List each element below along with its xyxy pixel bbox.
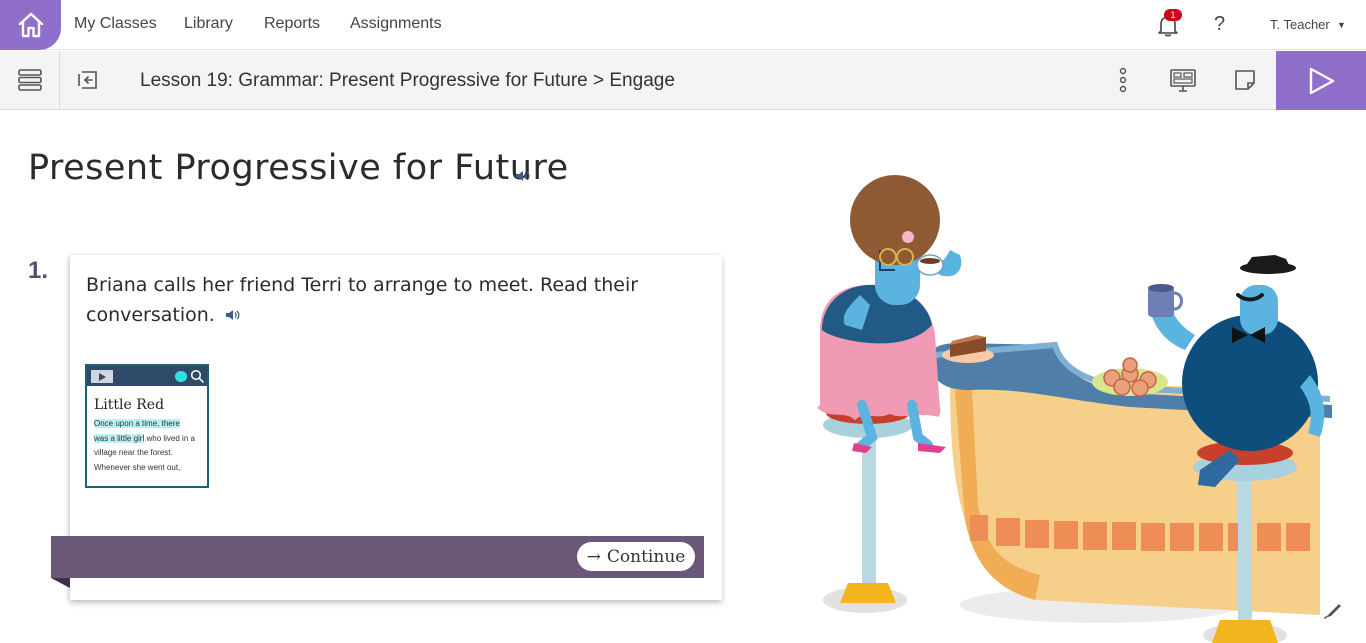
nav-library[interactable]: Library <box>184 15 233 33</box>
thumbnail-title: Little Red <box>94 397 165 413</box>
presentation-button[interactable] <box>1168 65 1198 95</box>
speaker-icon <box>225 309 240 320</box>
nav-reports[interactable]: Reports <box>264 15 320 33</box>
home-icon <box>18 12 43 38</box>
home-button[interactable] <box>0 0 61 50</box>
banner-fold <box>51 578 70 588</box>
user-menu[interactable]: T. Teacher <box>1270 17 1330 32</box>
chevron-down-icon: ▼ <box>1337 20 1346 30</box>
play-icon <box>99 372 106 381</box>
nav-assignments[interactable]: Assignments <box>350 15 442 33</box>
question-number: 1. <box>28 257 49 284</box>
question-prompt: Briana calls her friend Terri to arrange… <box>86 270 686 331</box>
menu-lines-icon <box>18 69 42 91</box>
continue-button[interactable]: → Continue <box>577 542 695 571</box>
more-options-button[interactable] <box>1108 65 1138 95</box>
thumbnail-toolbar <box>87 366 207 386</box>
start-presentation-button[interactable] <box>1276 51 1366 110</box>
toolbar-divider <box>59 51 60 110</box>
return-icon <box>78 71 97 89</box>
more-vertical-icon <box>1119 67 1127 93</box>
nav-my-classes[interactable]: My Classes <box>74 15 157 33</box>
return-button[interactable] <box>73 65 103 95</box>
thumbnail-line: was a little girl who lived in a <box>94 433 195 443</box>
thumbnail-play-button <box>91 370 113 383</box>
thumbnail-text: Once upon a time, there was a little gir… <box>94 417 208 475</box>
help-button[interactable]: ? <box>1214 13 1225 36</box>
page-title: Present Progressive for Future <box>28 148 569 188</box>
lesson-breadcrumb: Lesson 19: Grammar: Present Progressive … <box>140 70 675 91</box>
top-navigation: My Classes Library Reports Assignments 1… <box>0 0 1366 50</box>
lesson-toolbar: Lesson 19: Grammar: Present Progressive … <box>0 51 1366 110</box>
thumbnail-line: Whenever she went out, <box>94 462 181 472</box>
speaker-icon <box>516 171 530 181</box>
note-icon <box>1235 70 1255 90</box>
title-audio-button[interactable] <box>515 169 531 188</box>
continue-label: Continue <box>606 546 686 567</box>
edit-icon <box>1324 604 1341 619</box>
presentation-icon <box>1170 69 1196 92</box>
lesson-menu-button[interactable] <box>15 65 45 95</box>
notification-badge: 1 <box>1164 9 1182 21</box>
thumbnail-line: village near the forest. <box>94 448 173 457</box>
play-icon <box>1309 67 1335 94</box>
reading-thumbnail[interactable]: Little Red Once upon a time, there was a… <box>85 364 209 488</box>
thumbnail-toggle <box>175 371 187 382</box>
search-icon <box>190 369 204 383</box>
cafe-illustration <box>817 175 1332 643</box>
notes-button[interactable] <box>1230 65 1260 95</box>
question-text: Briana calls her friend Terri to arrange… <box>86 274 639 326</box>
question-audio-button[interactable] <box>225 301 241 331</box>
arrow-right-icon: → <box>586 546 601 567</box>
thumbnail-line: Once upon a time, there <box>94 419 180 428</box>
